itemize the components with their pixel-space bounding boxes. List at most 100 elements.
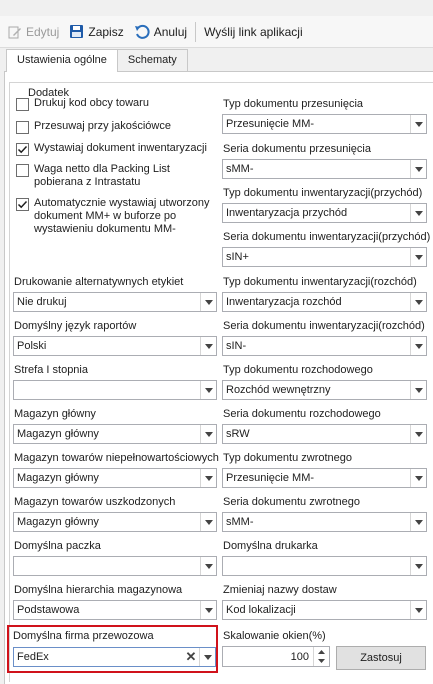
- select-inventory-income-type[interactable]: Inwentaryzacja przychód: [222, 203, 427, 223]
- toolbar: Edytuj Zapisz Anuluj Wyślij link aplikac…: [0, 16, 433, 48]
- save-button[interactable]: Zapisz: [69, 24, 124, 39]
- select-return-doc-series[interactable]: sMM-: [222, 512, 427, 532]
- select-value: Kod lokalizacji: [226, 604, 296, 616]
- checkbox-label: Wystawiaj dokument inwentaryzacji: [34, 142, 207, 154]
- tab-general-settings[interactable]: Ustawienia ogólne: [6, 49, 118, 72]
- label-outgoing-doc-series: Seria dokumentu rozchodowego: [223, 408, 381, 420]
- label-return-doc-series: Seria dokumentu zwrotnego: [223, 496, 360, 508]
- chevron-down-icon[interactable]: [199, 648, 215, 666]
- select-rename-deliveries[interactable]: Kod lokalizacji: [222, 600, 427, 620]
- select-value: Przesunięcie MM-: [226, 118, 315, 130]
- label-report-language: Domyślny język raportów: [14, 320, 137, 332]
- checkbox-print-foreign-code[interactable]: Drukuj kod obcy towaru: [16, 97, 216, 111]
- select-default-carrier[interactable]: FedEx ✕: [13, 647, 216, 667]
- checkbox-box[interactable]: [16, 121, 29, 134]
- chevron-down-icon[interactable]: [410, 557, 426, 575]
- select-main-warehouse[interactable]: Magazyn główny: [13, 424, 217, 444]
- select-alt-labels[interactable]: Nie drukuj: [13, 292, 217, 312]
- checkmark-icon: [17, 200, 28, 209]
- select-inventory-income-series[interactable]: sIN+: [222, 247, 427, 267]
- chevron-down-icon[interactable]: [410, 425, 426, 443]
- toolbar-separator: [195, 21, 197, 42]
- floppy-disk-icon: [70, 25, 84, 38]
- select-value: FedEx: [17, 651, 49, 663]
- chevron-down-icon[interactable]: [200, 513, 216, 531]
- chevron-down-icon[interactable]: [200, 381, 216, 399]
- select-default-package[interactable]: [13, 556, 217, 576]
- spinner-down-icon[interactable]: [314, 657, 329, 667]
- chevron-down-icon[interactable]: [410, 601, 426, 619]
- send-link-label: Wyślij link aplikacji: [204, 24, 303, 39]
- clear-icon[interactable]: ✕: [183, 648, 199, 666]
- chevron-down-icon[interactable]: [200, 337, 216, 355]
- apply-button[interactable]: Zastosuj: [336, 646, 426, 670]
- undo-arrow-icon: [134, 24, 150, 39]
- scaling-spinner[interactable]: 100: [222, 646, 330, 667]
- chevron-down-icon[interactable]: [410, 337, 426, 355]
- label-main-warehouse: Magazyn główny: [14, 408, 96, 420]
- select-outgoing-doc-series[interactable]: sRW: [222, 424, 427, 444]
- select-value: Przesunięcie MM-: [226, 472, 315, 484]
- cancel-button[interactable]: Anuluj: [134, 24, 187, 40]
- edit-button[interactable]: Edytuj: [8, 25, 59, 39]
- select-transfer-doc-series[interactable]: sMM-: [222, 159, 427, 179]
- scaling-value[interactable]: 100: [223, 651, 313, 663]
- label-default-printer: Domyślna drukarka: [223, 540, 318, 552]
- chevron-down-icon[interactable]: [410, 160, 426, 178]
- chevron-down-icon[interactable]: [200, 425, 216, 443]
- select-damaged-warehouse[interactable]: Magazyn główny: [13, 512, 217, 532]
- select-value: sMM-: [226, 163, 254, 175]
- select-report-language[interactable]: Polski: [13, 336, 217, 356]
- select-transfer-doc-type[interactable]: Przesunięcie MM-: [222, 114, 427, 134]
- chevron-down-icon[interactable]: [410, 469, 426, 487]
- label-rename-deliveries: Zmieniaj nazwy dostaw: [223, 584, 337, 596]
- checkbox-box[interactable]: [16, 98, 29, 111]
- spinner-up-icon[interactable]: [314, 647, 329, 657]
- select-substandard-warehouse[interactable]: Magazyn główny: [13, 468, 217, 488]
- label-outgoing-doc-type: Typ dokumentu rozchodowego: [223, 364, 373, 376]
- label-inventory-income-type: Typ dokumentu inwentaryzacji(przychód): [223, 187, 423, 199]
- checkbox-auto-issue-mm[interactable]: Automatycznie wystawiaj utworzony dokume…: [16, 197, 216, 236]
- label-inventory-income-series: Seria dokumentu inwentaryzacji(przychód): [223, 231, 431, 243]
- tab-schemes[interactable]: Schematy: [116, 49, 188, 71]
- chevron-down-icon[interactable]: [410, 204, 426, 222]
- select-inventory-expense-series[interactable]: sIN-: [222, 336, 427, 356]
- chevron-down-icon[interactable]: [410, 381, 426, 399]
- checkbox-label: Automatycznie wystawiaj utworzony dokume…: [34, 197, 210, 235]
- label-damaged-warehouse: Magazyn towarów uszkodzonych: [14, 496, 176, 508]
- select-zone-first-level[interactable]: [13, 380, 217, 400]
- chevron-down-icon[interactable]: [200, 601, 216, 619]
- checkbox-box[interactable]: [16, 164, 29, 177]
- select-value: Nie drukuj: [17, 296, 67, 308]
- label-inventory-expense-series: Seria dokumentu inwentaryzacji(rozchód): [223, 320, 425, 332]
- spinner-buttons: [313, 647, 329, 666]
- label-window-scaling: Skalowanie okien(%): [223, 630, 326, 642]
- chevron-down-icon[interactable]: [200, 469, 216, 487]
- chevron-down-icon[interactable]: [410, 293, 426, 311]
- chevron-down-icon[interactable]: [200, 557, 216, 575]
- select-value: sIN-: [226, 340, 247, 352]
- chevron-down-icon[interactable]: [410, 248, 426, 266]
- select-outgoing-doc-type[interactable]: Rozchód wewnętrzny: [222, 380, 427, 400]
- select-value: sIN+: [226, 251, 249, 263]
- checkbox-box[interactable]: [16, 198, 29, 211]
- checkbox-label: Drukuj kod obcy towaru: [34, 97, 149, 109]
- checkbox-label: Waga netto dla Packing List pobierana z …: [34, 163, 170, 188]
- checkbox-box[interactable]: [16, 143, 29, 156]
- chevron-down-icon[interactable]: [410, 513, 426, 531]
- checkbox-net-weight-intrastat[interactable]: Waga netto dla Packing List pobierana z …: [16, 163, 216, 189]
- tab-bar: Ustawienia ogólne Schematy: [6, 49, 188, 72]
- chevron-down-icon[interactable]: [200, 293, 216, 311]
- send-link-button[interactable]: Wyślij link aplikacji: [204, 25, 303, 39]
- select-value: Polski: [17, 340, 47, 352]
- chevron-down-icon[interactable]: [410, 115, 426, 133]
- select-return-doc-type[interactable]: Przesunięcie MM-: [222, 468, 427, 488]
- checkbox-issue-inventory[interactable]: Wystawiaj dokument inwentaryzacji: [16, 142, 216, 156]
- select-warehouse-hierarchy[interactable]: Podstawowa: [13, 600, 217, 620]
- label-transfer-doc-series: Seria dokumentu przesunięcia: [223, 143, 371, 155]
- select-value: Rozchód wewnętrzny: [226, 384, 331, 396]
- select-inventory-expense-type[interactable]: Inwentaryzacja rozchód: [222, 292, 427, 312]
- checkbox-move-quality[interactable]: Przesuwaj przy jakościówce: [16, 120, 216, 134]
- pencil-icon: [8, 26, 21, 38]
- select-default-printer[interactable]: [222, 556, 427, 576]
